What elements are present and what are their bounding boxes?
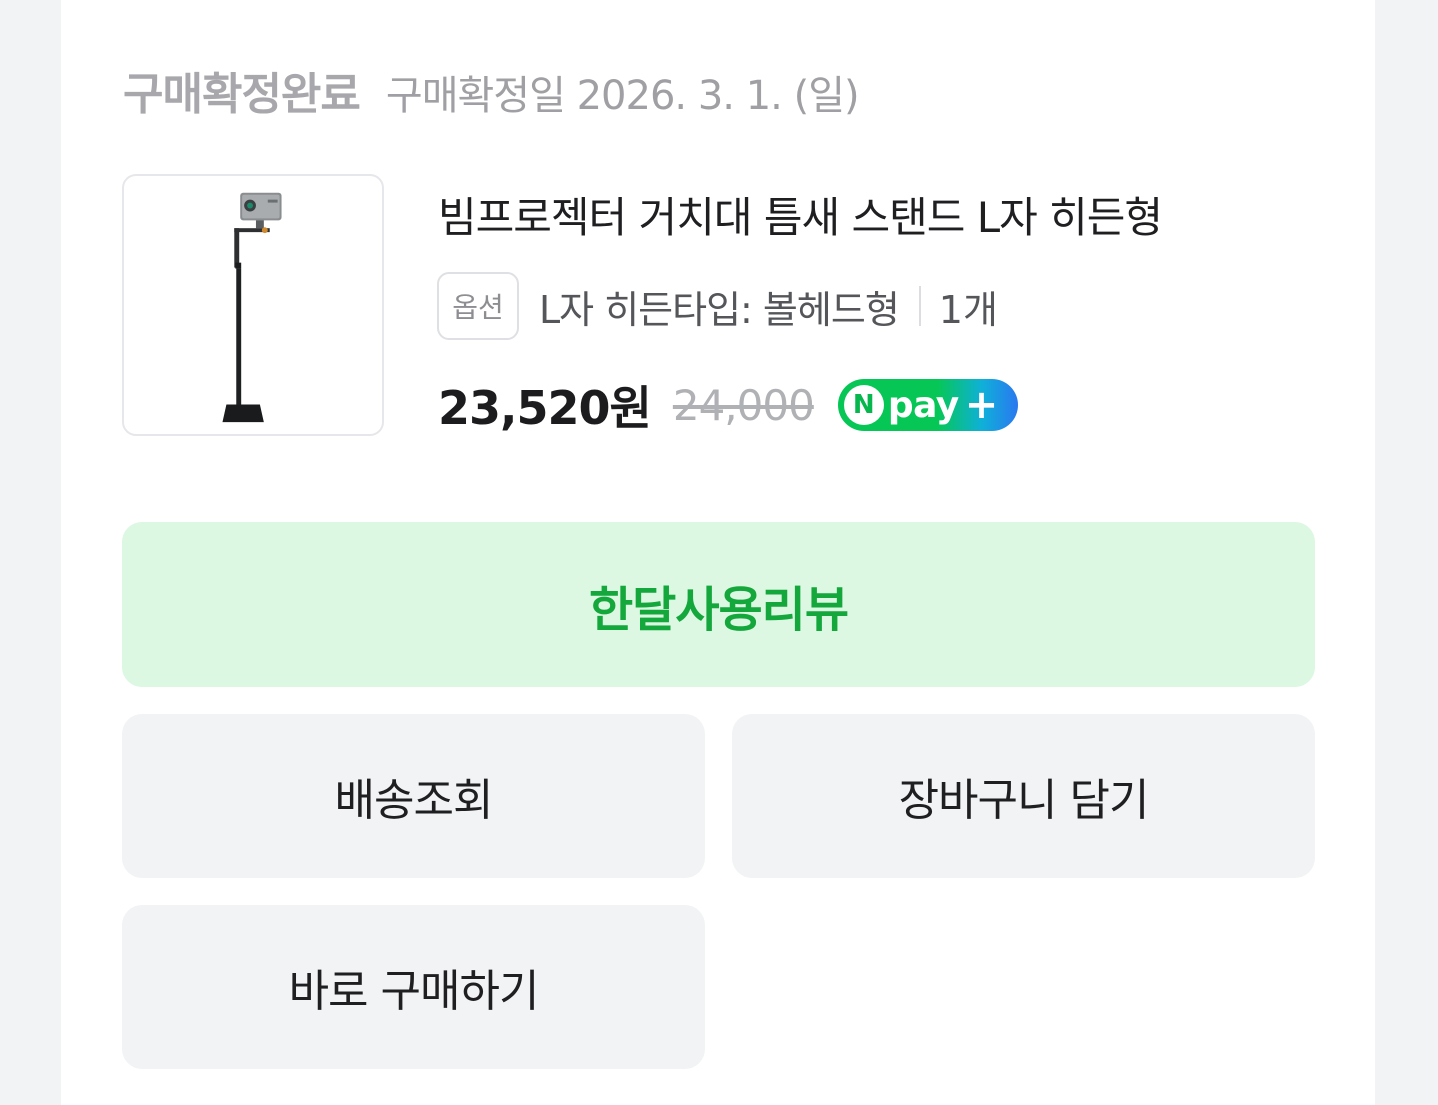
- add-to-cart-button[interactable]: 장바구니 담기: [732, 714, 1315, 878]
- projector-stand-image: [222, 192, 282, 423]
- option-text: L자 히든타입: 볼헤드형: [539, 287, 900, 332]
- order-card: 구매확정완료 구매확정일 2026. 3. 1. (일) 빔프로젝터 거치대 틈…: [61, 0, 1375, 1105]
- original-price: 24,000: [672, 380, 815, 430]
- option-divider: [918, 286, 921, 326]
- npay-plus-badge: N pay +: [837, 379, 1018, 431]
- quantity: 1개: [938, 287, 998, 332]
- order-status: 구매확정완료: [123, 69, 361, 120]
- npay-text: pay: [887, 384, 959, 426]
- option-badge: 옵션: [437, 272, 519, 340]
- price: 23,520원: [438, 381, 652, 435]
- order-status-row: 구매확정완료 구매확정일 2026. 3. 1. (일): [123, 58, 860, 122]
- product-thumbnail[interactable]: [122, 174, 384, 436]
- buy-now-button[interactable]: 바로 구매하기: [122, 905, 705, 1069]
- product-option-row: 옵션 L자 히든타입: 볼헤드형 1개: [437, 272, 998, 340]
- npay-n-icon: N: [843, 385, 884, 425]
- npay-plus-icon: +: [964, 382, 999, 428]
- price-row: 23,520원 24,000 N pay +: [438, 370, 1018, 440]
- product-name[interactable]: 빔프로젝터 거치대 틈새 스탠드 L자 히든형: [438, 184, 1338, 245]
- monthly-review-button[interactable]: 한달사용리뷰: [122, 522, 1315, 687]
- track-shipping-button[interactable]: 배송조회: [122, 714, 705, 878]
- confirm-date: 구매확정일 2026. 3. 1. (일): [385, 73, 860, 119]
